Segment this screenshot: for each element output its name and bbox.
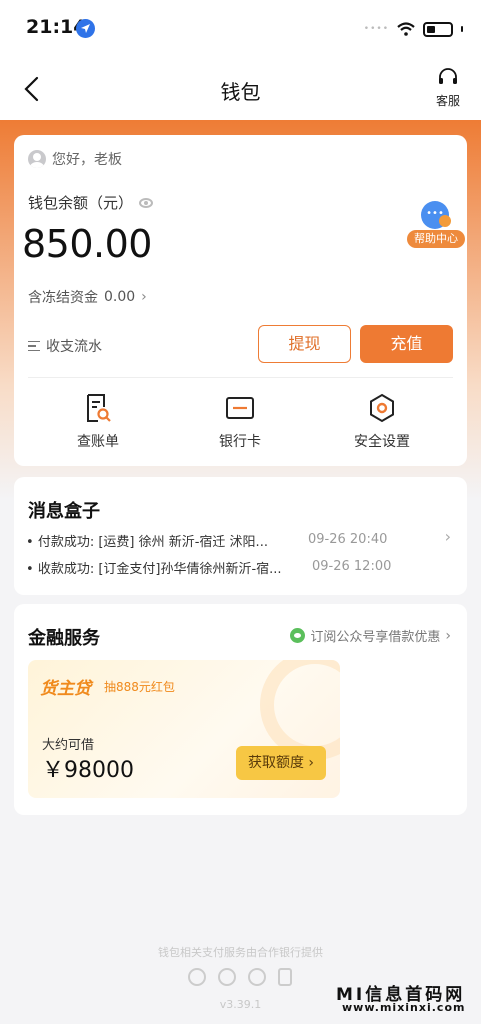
- message-time: 09-26 12:00: [312, 559, 392, 574]
- eye-icon[interactable]: [139, 197, 154, 208]
- frozen-funds-link[interactable]: 含冻结资金 0.00 ›: [28, 287, 147, 307]
- avatar: [28, 150, 46, 168]
- frozen-funds-value: 0.00: [104, 289, 136, 305]
- location-arrow-icon: [76, 19, 95, 38]
- nav-bar: 钱包 客服: [0, 58, 481, 120]
- withdraw-button[interactable]: 提现: [258, 325, 351, 363]
- quick-action-bill[interactable]: 查账单: [38, 393, 158, 451]
- quick-action-bank-card[interactable]: 银行卡: [180, 393, 300, 451]
- partner-logo-icon: [278, 968, 292, 986]
- divider: [28, 377, 453, 378]
- battery-icon: [423, 21, 453, 37]
- chevron-right-icon: ›: [141, 289, 147, 305]
- status-indicators: ••••: [364, 19, 463, 39]
- help-badge-icon: [439, 215, 451, 227]
- subscribe-link[interactable]: 订阅公众号享借款优惠 ›: [290, 626, 451, 645]
- wifi-icon: [397, 22, 415, 36]
- loan-brand: 货主贷: [40, 679, 91, 699]
- quick-action-label: 安全设置: [354, 434, 410, 450]
- quick-action-label: 银行卡: [219, 434, 261, 450]
- bill-icon: [87, 394, 111, 422]
- watermark-url: www.mixinxi.com: [342, 1001, 466, 1014]
- footer-provider-text: 钱包相关支付服务由合作银行提供: [158, 946, 323, 959]
- footer-partner-logos: [188, 968, 292, 986]
- message-time: 09-26 20:40: [308, 532, 388, 547]
- greeting: 您好，老板: [28, 149, 122, 169]
- help-center-button[interactable]: ••• 帮助中心: [407, 201, 467, 251]
- list-icon: [28, 341, 40, 351]
- message-box-title: 消息盒子: [28, 501, 100, 522]
- recharge-button[interactable]: 充值: [360, 325, 453, 363]
- message-box-card[interactable]: 消息盒子 • 付款成功: [运费] 徐州 新沂-宿迁 沭阳... 09-26 2…: [14, 477, 467, 595]
- balance-amount: 850.00: [22, 222, 152, 266]
- wallet-card: 您好，老板 钱包余额（元） 850.00 含冻结资金 0.00 › ••• 帮助…: [14, 135, 467, 466]
- chevron-right-icon[interactable]: ›: [445, 527, 451, 546]
- message-text: 收款成功: [订金支付]孙华倩徐州新沂-宿...: [37, 562, 282, 577]
- bank-card-icon: [226, 397, 254, 419]
- partner-logo-icon: [188, 968, 206, 986]
- partner-logo-icon: [218, 968, 236, 986]
- quick-action-label: 查账单: [77, 434, 119, 450]
- signal-icon: ••••: [363, 24, 389, 34]
- customer-service-label: 客服: [435, 94, 460, 108]
- status-bar: 21:14 ••••: [0, 0, 481, 58]
- partner-logo-icon: [248, 968, 266, 986]
- headset-icon: [439, 68, 457, 84]
- battery-cap: [461, 26, 463, 32]
- loan-offer-card[interactable]: 货主贷 抽888元红包 大约可借 ￥98000 获取额度 ›: [28, 660, 340, 798]
- get-credit-label: 获取额度: [247, 755, 304, 771]
- page-title: 钱包: [220, 80, 261, 104]
- message-item[interactable]: • 付款成功: [运费] 徐州 新沂-宿迁 沭阳...: [26, 531, 268, 550]
- finance-services-title: 金融服务: [28, 628, 100, 649]
- transactions-label: 收支流水: [46, 339, 102, 355]
- loan-amount: ￥98000: [42, 758, 134, 783]
- transactions-link[interactable]: 收支流水: [28, 336, 102, 356]
- message-item[interactable]: • 收款成功: [订金支付]孙华倩徐州新沂-宿...: [26, 558, 282, 577]
- wechat-icon: [290, 628, 306, 643]
- greeting-text: 您好，老板: [52, 152, 122, 168]
- customer-service-button[interactable]: 客服: [431, 68, 465, 109]
- balance-label: 钱包余额（元）: [28, 192, 154, 213]
- balance-label-text: 钱包余额（元）: [28, 194, 134, 212]
- loan-promo: 抽888元红包: [104, 680, 175, 694]
- finance-services-card: 金融服务 订阅公众号享借款优惠 › 货主贷 抽888元红包 大约可借 ￥9800…: [14, 604, 467, 815]
- message-text: 付款成功: [运费] 徐州 新沂-宿迁 沭阳...: [37, 535, 268, 550]
- frozen-funds-label: 含冻结资金: [28, 290, 98, 306]
- subscribe-link-text: 订阅公众号享借款优惠: [310, 630, 441, 645]
- help-center-label: 帮助中心: [407, 230, 465, 248]
- loan-decoration: [260, 660, 340, 760]
- chevron-right-icon: ›: [445, 627, 451, 644]
- quick-action-security[interactable]: 安全设置: [322, 393, 442, 451]
- get-credit-button[interactable]: 获取额度 ›: [236, 746, 326, 780]
- loan-label: 大约可借: [42, 738, 95, 753]
- security-icon: [370, 393, 394, 423]
